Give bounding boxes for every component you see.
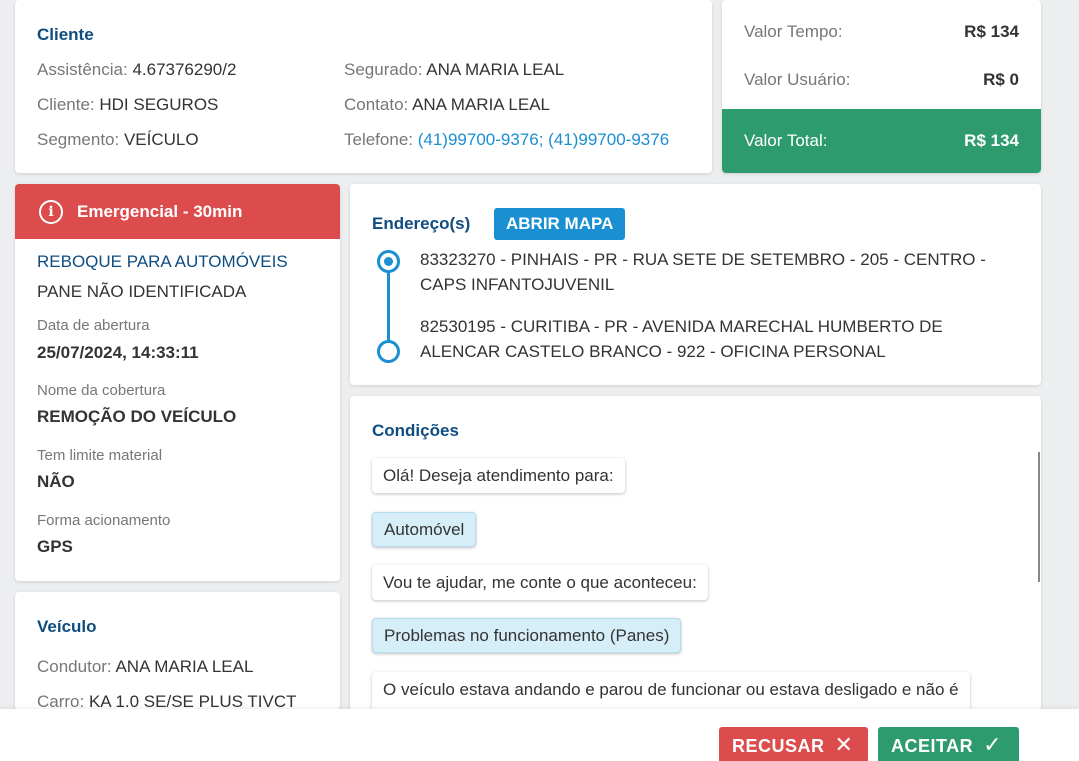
acionamento-value: GPS [37, 537, 73, 556]
endereco-title: Endereço(s) [372, 214, 471, 233]
segmento-value: VEÍCULO [123, 130, 199, 149]
valor-usuario-value: R$ 0 [983, 70, 1019, 89]
destination-marker-icon [377, 340, 400, 363]
segurado-row: Segurado: ANA MARIA LEAL [344, 60, 564, 80]
segurado-value: ANA MARIA LEAL [426, 60, 565, 79]
veiculo-card: Veículo Condutor: ANA MARIA LEAL Carro: … [15, 592, 340, 710]
data-abertura-label: Data de abertura [37, 317, 150, 334]
segmento-label: Segmento: [37, 130, 120, 149]
condicoes-title: Condições [372, 421, 459, 440]
cliente-label: Cliente: [37, 95, 95, 114]
aceitar-label: ACEITAR [891, 736, 974, 756]
limite-label: Tem limite material [37, 447, 163, 464]
valor-total-row: Valor Total: R$ 134 [722, 109, 1041, 173]
acionamento-label: Forma acionamento [37, 512, 171, 529]
carro-row: Carro: KA 1.0 SE/SE PLUS TIVCT [37, 692, 297, 710]
valor-tempo-label: Valor Tempo: [744, 22, 843, 41]
cliente-card: Cliente Assistência: 4.67376290/2 Client… [15, 0, 712, 173]
assistencia-label: Assistência: [37, 60, 128, 79]
valor-tempo-row: Valor Tempo: R$ 134 [722, 9, 1041, 55]
cobertura-value: REMOÇÃO DO VEÍCULO [37, 407, 237, 426]
segmento-row: Segmento: VEÍCULO [37, 130, 199, 150]
condutor-value: ANA MARIA LEAL [115, 657, 254, 676]
carro-value: KA 1.0 SE/SE PLUS TIVCT [88, 692, 297, 710]
assistencia-value: 4.67376290/2 [132, 60, 237, 79]
cliente-title: Cliente [37, 25, 94, 44]
valor-usuario-label: Valor Usuário: [744, 70, 851, 89]
condicoes-card: Condições Olá! Deseja atendimento para: … [350, 396, 1041, 716]
origin-address: 83323270 - PINHAIS - PR - RUA SETE DE SE… [420, 250, 986, 294]
route-line [387, 264, 390, 348]
origin-marker-icon [377, 250, 400, 273]
service-title: REBOQUE PARA AUTOMÓVEIS [37, 252, 288, 271]
data-abertura-value: 25/07/2024, 14:33:11 [37, 343, 199, 362]
chat-message-user: Problemas no funcionamento (Panes) [372, 618, 682, 653]
destination-address: 82530195 - CURITIBA - PR - AVENIDA MAREC… [420, 317, 943, 361]
close-icon: ✕ [834, 733, 854, 758]
aceitar-button[interactable]: ACEITAR ✓ [878, 727, 1019, 761]
segurado-label: Segurado: [344, 60, 423, 79]
valor-tempo-value: R$ 134 [964, 22, 1019, 41]
cliente-row: Cliente: HDI SEGUROS [37, 95, 218, 115]
recusar-button[interactable]: RECUSAR ✕ [719, 727, 868, 761]
contato-row: Contato: ANA MARIA LEAL [344, 95, 550, 115]
servico-card: i Emergencial - 30min REBOQUE PARA AUTOM… [15, 184, 340, 581]
chat-scrollbar[interactable] [1038, 452, 1040, 582]
telefone-label: Telefone: [344, 130, 413, 149]
chat-message-user: Automóvel [372, 512, 477, 547]
abrir-mapa-button[interactable]: ABRIR MAPA [494, 208, 626, 240]
check-icon: ✓ [983, 733, 1003, 758]
veiculo-title: Veículo [37, 617, 97, 636]
condutor-row: Condutor: ANA MARIA LEAL [37, 657, 253, 677]
action-footer: RECUSAR ✕ ACEITAR ✓ [0, 709, 1079, 761]
chat-message-bot: Olá! Deseja atendimento para: [372, 458, 625, 493]
telefone-row: Telefone: (41)99700-9376; (41)99700-9376 [344, 130, 669, 150]
condutor-label: Condutor: [37, 657, 112, 676]
emergency-badge: i Emergencial - 30min [15, 184, 340, 239]
carro-label: Carro: [37, 692, 85, 710]
valores-card: Valor Tempo: R$ 134 Valor Usuário: R$ 0 … [722, 0, 1041, 173]
limite-value: NÃO [37, 472, 75, 491]
valor-usuario-row: Valor Usuário: R$ 0 [722, 57, 1041, 103]
cobertura-label: Nome da cobertura [37, 382, 166, 399]
info-icon: i [39, 199, 63, 224]
valor-total-label: Valor Total: [744, 131, 828, 150]
chat-message-bot: Vou te ajudar, me conte o que aconteceu: [372, 565, 708, 600]
telefone-link[interactable]: (41)99700-9376; (41)99700-9376 [418, 130, 669, 149]
emergency-label: Emergencial - 30min [77, 201, 243, 221]
contato-value: ANA MARIA LEAL [412, 95, 551, 114]
cliente-value: HDI SEGUROS [99, 95, 219, 114]
assistencia-row: Assistência: 4.67376290/2 [37, 60, 236, 80]
recusar-label: RECUSAR [732, 736, 825, 756]
service-subtitle: PANE NÃO IDENTIFICADA [37, 282, 247, 301]
endereco-card: Endereço(s) ABRIR MAPA 83323270 - PINHAI… [350, 184, 1041, 385]
valor-total-value: R$ 134 [964, 131, 1019, 150]
contato-label: Contato: [344, 95, 409, 114]
